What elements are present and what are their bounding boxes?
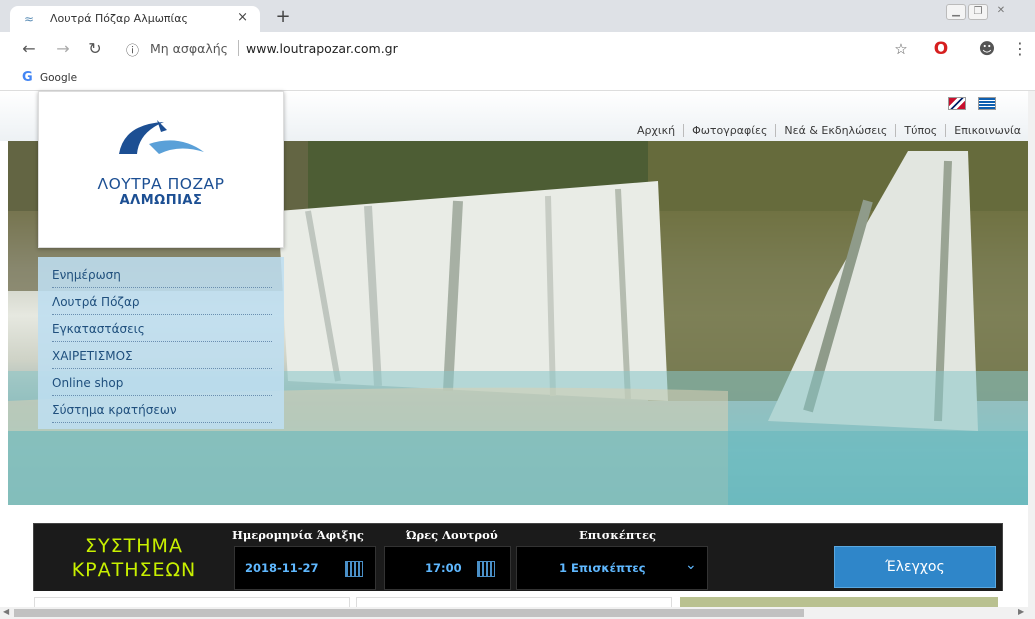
bookmarks-bar: G Google: [0, 66, 1035, 91]
side-menu-item-greeting[interactable]: ΧΑΙΡΕΤΙΣΜΟΣ: [52, 342, 272, 369]
tab-title: Λουτρά Πόζαρ Αλμωπίας: [50, 12, 188, 25]
nav-contact[interactable]: Επικοινωνία: [945, 124, 1029, 137]
info-icon[interactable]: ⓘ: [126, 40, 139, 59]
bath-hours-label: Ώρες Λουτρού: [406, 528, 498, 542]
side-menu-item-reservations[interactable]: Σύστημα κρατήσεων: [52, 396, 272, 423]
check-availability-button[interactable]: Έλεγχος: [834, 546, 996, 588]
visitors-select[interactable]: 1 Επισκέπτες ⌄: [516, 546, 708, 590]
arrival-date-field[interactable]: 2018-11-27: [234, 546, 376, 590]
visitors-value: 1 Επισκέπτες: [559, 561, 646, 575]
horizontal-scrollbar-thumb[interactable]: [14, 609, 804, 617]
below-fold-area: [0, 591, 1035, 608]
scroll-left-icon[interactable]: ◀: [3, 607, 9, 616]
site-logo[interactable]: ΛΟΥΤΡΑ ΠΟΖΑΡ ΑΛΜΩΠΙΑΣ: [38, 91, 284, 248]
reload-icon[interactable]: ↻: [84, 38, 106, 60]
close-window-button[interactable]: ✕: [990, 4, 1012, 18]
new-tab-button[interactable]: +: [272, 6, 294, 28]
greek-flag-icon[interactable]: [978, 97, 996, 110]
google-icon: G: [22, 70, 33, 85]
minimize-button[interactable]: ▁: [946, 4, 966, 20]
bath-hours-field[interactable]: 17:00: [384, 546, 511, 590]
calendar-icon[interactable]: [345, 561, 363, 577]
nav-news[interactable]: Νεά & Εκδηλώσεις: [775, 124, 896, 137]
forward-arrow-icon[interactable]: →: [52, 38, 74, 60]
top-navigation: Αρχική Φωτογραφίες Νεά & Εκδηλώσεις Τύπος Επ…: [629, 119, 1029, 139]
vertical-scrollbar[interactable]: [1028, 91, 1035, 607]
site-favicon-icon: ≈: [24, 12, 35, 26]
side-menu-item-facilities[interactable]: Εγκαταστάσεις: [52, 315, 272, 342]
chevron-down-icon[interactable]: ⌄: [685, 557, 697, 573]
nav-press[interactable]: Τύπος: [895, 124, 946, 137]
restore-button[interactable]: ❐: [968, 4, 988, 20]
logo-swirl-icon: [119, 120, 204, 154]
browser-tab[interactable]: ≈ Λουτρά Πόζαρ Αλμωπίας ×: [10, 6, 260, 32]
arrival-date-label: Ημερομηνία Άφιξης: [232, 528, 364, 542]
url-text[interactable]: www.loutrapozar.com.gr: [246, 41, 398, 56]
booking-title-line2: ΚΡΑΤΗΣΕΩΝ: [71, 559, 197, 581]
side-menu-item-online-shop[interactable]: Online shop: [52, 369, 272, 396]
profile-icon[interactable]: ☻: [976, 38, 998, 60]
scroll-right-icon[interactable]: ▶: [1018, 607, 1024, 616]
browser-toolbar: ← → ↻ ⓘ Μη ασφαλής www.loutrapozar.com.g…: [0, 32, 1035, 66]
logo-subtitle: ΑΛΜΩΠΙΑΣ: [119, 193, 203, 208]
side-menu-item-baths[interactable]: Λουτρά Πόζαρ: [52, 288, 272, 315]
tab-close-icon[interactable]: ×: [237, 10, 248, 25]
side-menu-item-info[interactable]: Ενημέρωση: [52, 261, 272, 288]
back-arrow-icon[interactable]: ←: [18, 38, 40, 60]
arrival-date-value: 2018-11-27: [245, 561, 319, 575]
nav-home[interactable]: Αρχική: [629, 124, 683, 137]
booking-title: ΣΥΣΤΗΜΑ ΚΡΑΤΗΣΕΩΝ: [34, 534, 234, 582]
opera-extension-icon[interactable]: O: [930, 38, 952, 60]
logo-title: ΛΟΥΤΡΑ ΠΟΖΑΡ: [97, 175, 225, 193]
nav-photos[interactable]: Φωτογραφίες: [683, 124, 776, 137]
address-bar[interactable]: ⓘ Μη ασφαλής www.loutrapozar.com.gr: [118, 36, 918, 62]
booking-bar: ΣΥΣΤΗΜΑ ΚΡΑΤΗΣΕΩΝ Ημερομηνία Άφιξης 2018…: [33, 523, 1003, 593]
bookmark-star-icon[interactable]: ☆: [890, 38, 912, 60]
menu-dots-icon[interactable]: ⋮: [1012, 38, 1028, 60]
bookmark-google[interactable]: Google: [40, 72, 77, 84]
clock-calendar-icon[interactable]: [477, 561, 495, 577]
english-flag-icon[interactable]: [948, 97, 966, 110]
bath-hours-value: 17:00: [425, 561, 462, 575]
security-label: Μη ασφαλής: [150, 41, 228, 56]
side-menu: Ενημέρωση Λουτρά Πόζαρ Εγκαταστάσεις ΧΑΙ…: [38, 257, 284, 429]
visitors-label: Επισκέπτες: [579, 528, 656, 542]
booking-title-line1: ΣΥΣΤΗΜΑ: [85, 535, 183, 557]
omnibox-separator: [238, 40, 239, 56]
content-box-3: [680, 597, 998, 607]
